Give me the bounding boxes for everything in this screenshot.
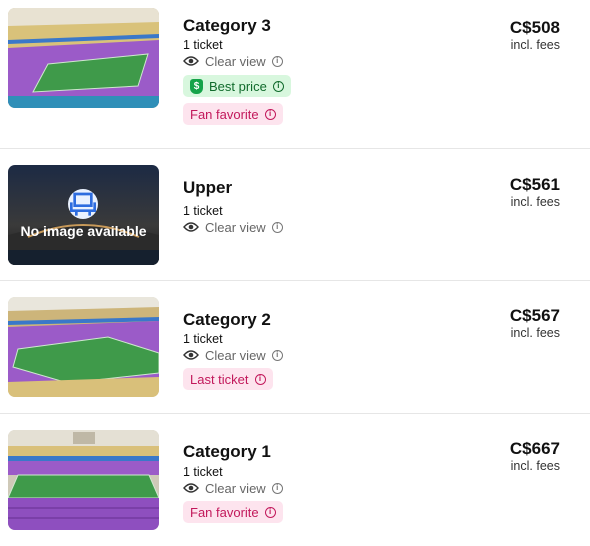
fees-note: incl. fees (510, 326, 560, 340)
ticket-listing[interactable]: Category 2 1 ticket Clear view i Last ti… (0, 281, 590, 414)
view-quality: Clear view i (183, 480, 283, 496)
seat-view-image (8, 297, 159, 397)
fan-favorite-badge: Fan favorite i (183, 103, 283, 125)
badge-label: Fan favorite (190, 106, 259, 122)
listing-title: Category 3 (183, 16, 271, 35)
info-icon[interactable]: i (264, 108, 276, 120)
info-icon[interactable]: i (254, 373, 266, 385)
info-icon[interactable]: i (271, 349, 283, 361)
listing-title: Category 1 (183, 442, 271, 461)
listing-title: Upper (183, 178, 233, 197)
fees-note: incl. fees (510, 459, 560, 473)
no-image-placeholder: No image available (8, 165, 159, 265)
badge-label: Fan favorite (190, 504, 259, 520)
view-label: Clear view (205, 347, 266, 363)
info-icon[interactable]: i (271, 221, 283, 233)
info-icon[interactable]: i (271, 482, 283, 494)
view-label: Clear view (205, 53, 266, 69)
seat-icon (68, 189, 98, 219)
eye-icon (183, 56, 199, 66)
eye-icon (183, 222, 199, 232)
ticket-listing[interactable]: Category 1 1 ticket Clear view i Fan fav… (0, 414, 590, 546)
ticket-quantity: 1 ticket (183, 332, 223, 346)
listing-price: C$561 (509, 175, 560, 194)
listing-price: C$508 (509, 18, 560, 37)
info-icon[interactable]: i (264, 506, 276, 518)
view-label: Clear view (205, 480, 266, 496)
fees-note: incl. fees (510, 38, 560, 52)
eye-icon (183, 350, 199, 360)
seat-view-image (8, 430, 159, 530)
view-quality: Clear view i (183, 219, 283, 235)
view-label: Clear view (205, 219, 266, 235)
listing-price: C$667 (509, 439, 560, 458)
price-tag-icon: $ (190, 78, 203, 94)
eye-icon (183, 483, 199, 493)
badge-label: Last ticket (190, 371, 249, 387)
ticket-listing[interactable]: No image available Upper 1 ticket Clear … (0, 149, 590, 281)
ticket-quantity: 1 ticket (183, 204, 223, 218)
view-quality: Clear view i (183, 53, 283, 69)
info-icon[interactable]: i (271, 55, 283, 67)
ticket-listing[interactable]: Category 3 1 ticket Clear view i $ Best … (0, 0, 590, 149)
ticket-quantity: 1 ticket (183, 465, 223, 479)
no-image-text: No image available (20, 223, 147, 239)
fees-note: incl. fees (510, 195, 560, 209)
view-quality: Clear view i (183, 347, 283, 363)
info-icon[interactable]: i (272, 80, 284, 92)
listing-price: C$567 (509, 306, 560, 325)
ticket-quantity: 1 ticket (183, 38, 223, 52)
badge-label: Best price (209, 78, 267, 94)
fan-favorite-badge: Fan favorite i (183, 501, 283, 523)
seat-view-image (8, 8, 159, 108)
listing-title: Category 2 (183, 310, 271, 329)
best-price-badge: $ Best price i (183, 75, 291, 97)
last-ticket-badge: Last ticket i (183, 368, 273, 390)
